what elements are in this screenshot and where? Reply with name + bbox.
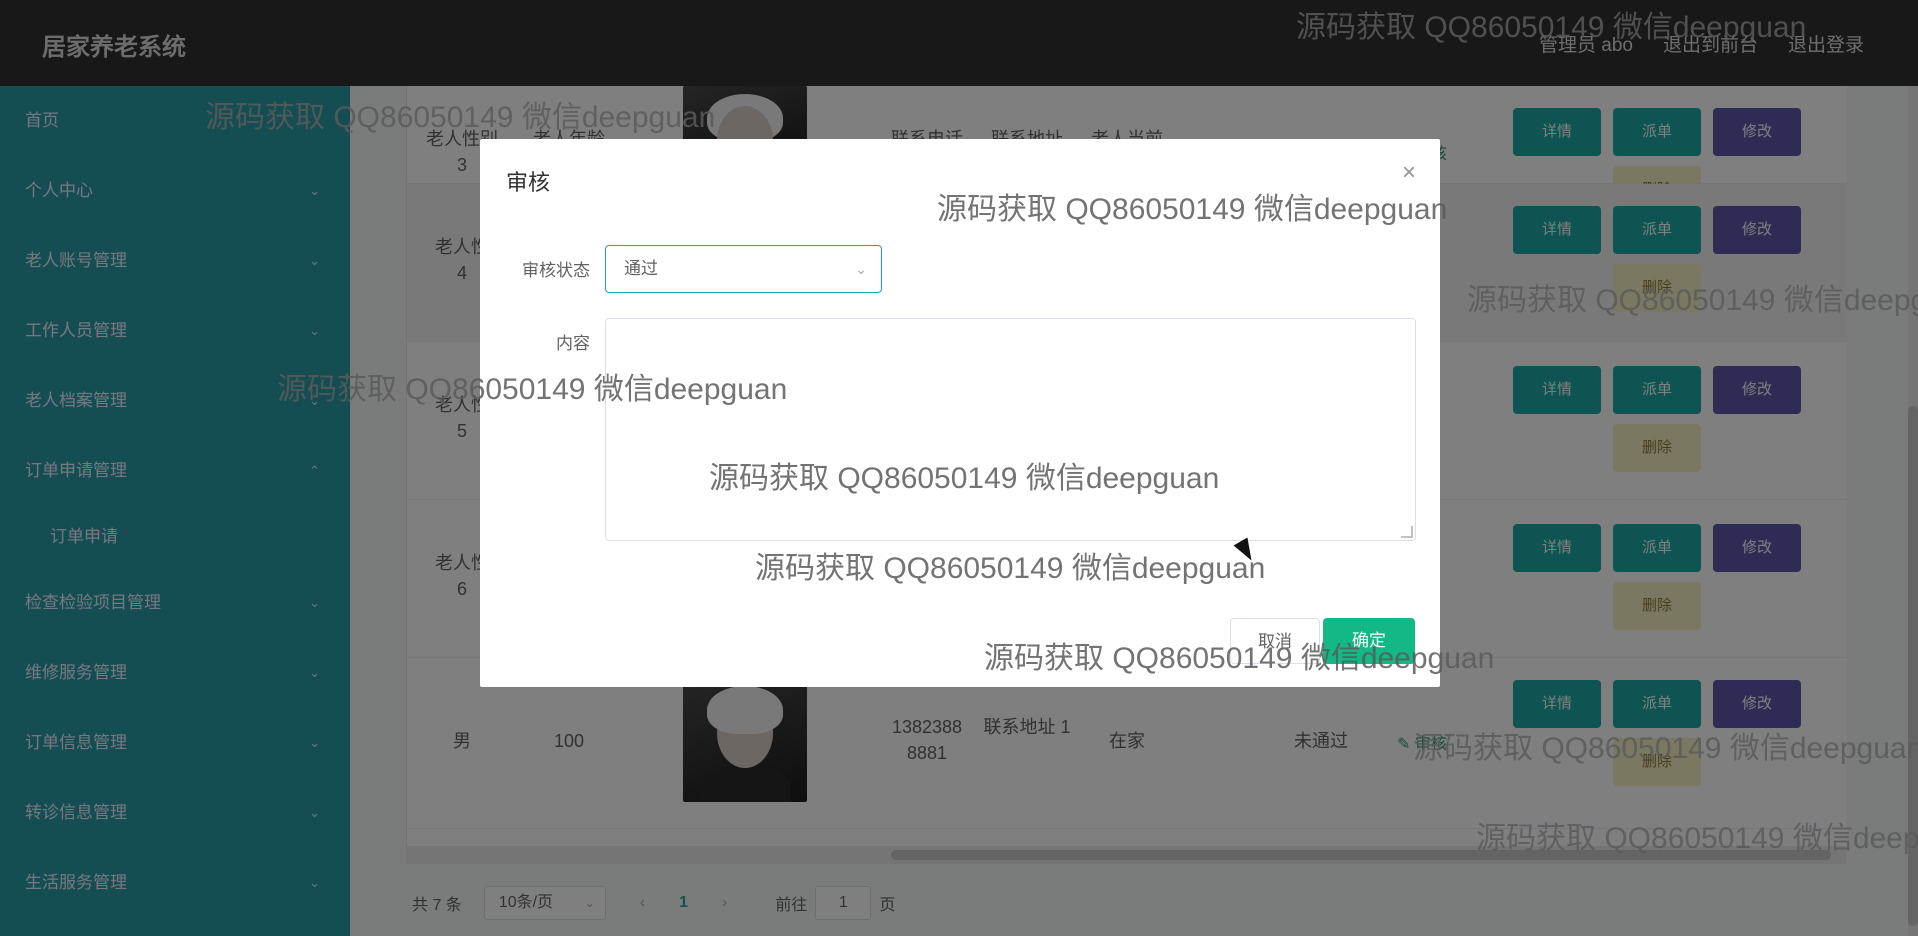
content-label: 内容 bbox=[556, 334, 590, 353]
dialog-title: 审核 bbox=[506, 170, 551, 195]
confirm-button[interactable]: 确定 bbox=[1323, 618, 1415, 664]
chevron-down-icon: ⌄ bbox=[855, 261, 867, 277]
close-icon[interactable]: × bbox=[1402, 159, 1416, 187]
cancel-button[interactable]: 取消 bbox=[1230, 618, 1320, 664]
resize-handle-icon[interactable] bbox=[1401, 526, 1413, 538]
audit-status-select[interactable]: 通过 ⌄ bbox=[605, 245, 882, 293]
content-textarea[interactable] bbox=[605, 318, 1416, 541]
audit-dialog: 审核 × 审核状态 通过 ⌄ 内容 取消 确定 bbox=[480, 139, 1440, 687]
audit-status-label: 审核状态 bbox=[522, 261, 590, 280]
